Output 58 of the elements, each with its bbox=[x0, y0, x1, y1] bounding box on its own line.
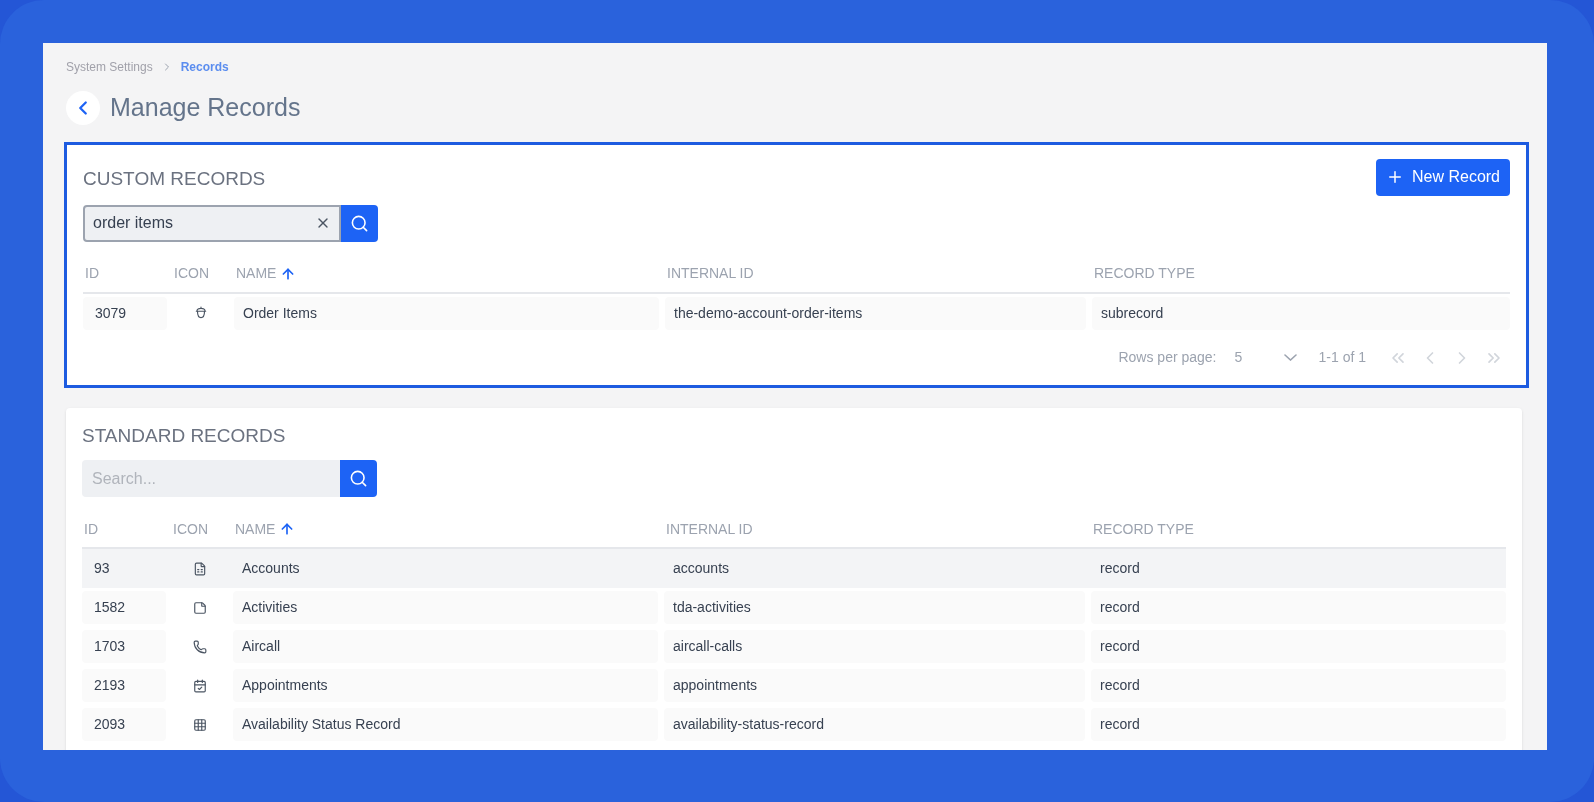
table-cell: subrecord bbox=[1092, 296, 1510, 330]
table-cell: 1703 bbox=[82, 630, 166, 663]
table-cell: Availability Status Record bbox=[233, 708, 658, 741]
breadcrumb-link[interactable]: Records bbox=[180, 58, 229, 76]
table-cell: the-demo-account-order-items bbox=[665, 296, 1086, 330]
search-button[interactable] bbox=[340, 460, 377, 497]
table-cell: appointments bbox=[664, 669, 1085, 702]
search-button[interactable] bbox=[341, 204, 378, 242]
table-cell: 3079 bbox=[83, 296, 167, 330]
column-header[interactable]: ICON bbox=[173, 518, 208, 540]
page-range: 1-1 of 1 bbox=[1318, 348, 1366, 367]
search-icon bbox=[350, 213, 369, 233]
grid-icon bbox=[192, 717, 207, 732]
table-cell: 1582 bbox=[82, 591, 166, 624]
column-header[interactable]: INTERNAL ID bbox=[667, 263, 754, 284]
table-cell: record bbox=[1091, 630, 1506, 663]
column-header[interactable]: NAME bbox=[235, 518, 276, 540]
search-icon bbox=[349, 469, 368, 488]
new-record-button[interactable]: New Record bbox=[1375, 158, 1510, 196]
breadcrumb-link[interactable]: System Settings bbox=[66, 58, 153, 76]
phone-icon bbox=[192, 639, 207, 654]
table-cell: Appointments bbox=[233, 669, 658, 702]
column-header[interactable]: INTERNAL ID bbox=[666, 518, 753, 540]
table-row[interactable]: 1582 Activities tda-activities record bbox=[82, 588, 1506, 627]
back-button[interactable] bbox=[66, 90, 100, 125]
rows-per-page-select[interactable]: 5 bbox=[1234, 347, 1297, 368]
table-row[interactable]: 93 Accounts accounts record bbox=[82, 549, 1506, 588]
acorn-icon bbox=[193, 306, 208, 320]
table-cell: 2193 bbox=[82, 669, 166, 702]
rows-per-page-label: Rows per page: bbox=[1118, 348, 1217, 367]
table-cell: record bbox=[1091, 708, 1506, 741]
table-cell: Activities bbox=[233, 591, 658, 624]
column-header[interactable]: RECORD TYPE bbox=[1094, 263, 1195, 284]
table-cell: Order Items bbox=[234, 296, 659, 330]
column-header[interactable]: RECORD TYPE bbox=[1093, 518, 1194, 540]
table-cell: availability-status-record bbox=[664, 708, 1085, 741]
spreadsheet-icon bbox=[192, 561, 207, 576]
table-row[interactable]: 2193 Appointments appointments record bbox=[82, 666, 1506, 705]
column-header[interactable]: NAME bbox=[236, 263, 277, 284]
page-title: Manage Records bbox=[110, 92, 301, 123]
table-cell: tda-activities bbox=[664, 591, 1085, 624]
section-title: STANDARD RECORDS bbox=[82, 423, 287, 448]
calendar-check-icon bbox=[192, 678, 207, 693]
search-field[interactable]: Search... bbox=[82, 460, 340, 497]
table-cell: record bbox=[1091, 669, 1506, 702]
section-title: CUSTOM RECORDS bbox=[83, 166, 266, 191]
table-cell: aircall-calls bbox=[664, 630, 1085, 663]
table-row[interactable]: 2093 Availability Status Record availability-status-record record bbox=[82, 705, 1506, 744]
table-cell: Aircall bbox=[233, 630, 658, 663]
column-header[interactable]: ICON bbox=[174, 263, 209, 284]
table-cell: 2093 bbox=[82, 708, 166, 741]
search-field[interactable]: order items bbox=[83, 204, 341, 242]
table-row[interactable]: 1703 Aircall aircall-calls record bbox=[82, 627, 1506, 666]
table-cell: record bbox=[1091, 591, 1506, 624]
caret-icon bbox=[1283, 354, 1297, 361]
column-header[interactable]: ID bbox=[85, 263, 99, 284]
column-header[interactable]: ID bbox=[84, 518, 98, 540]
sticky-note-icon bbox=[192, 600, 207, 615]
